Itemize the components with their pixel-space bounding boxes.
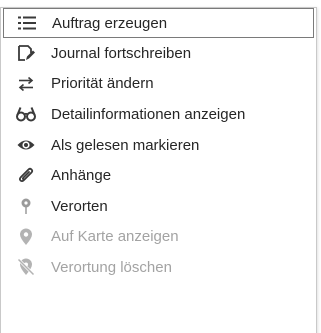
menu-item-label: Verortung löschen (51, 258, 172, 276)
menu-item-auftrag-erzeugen[interactable]: Auftrag erzeugen (3, 8, 314, 38)
menu-item-auf-karte-anzeigen[interactable]: Auf Karte anzeigen (1, 222, 316, 253)
list-icon (16, 14, 38, 32)
context-menu-list: Auftrag erzeugen Journal fortschreiben P… (1, 8, 316, 283)
menu-item-journal-fortschreiben[interactable]: Journal fortschreiben (1, 38, 316, 69)
menu-item-verorten[interactable]: Verorten (1, 191, 316, 222)
context-menu: Auftrag erzeugen Journal fortschreiben P… (0, 7, 317, 333)
menu-item-label: Auf Karte anzeigen (51, 228, 179, 246)
menu-item-label: Detailinformationen anzeigen (51, 105, 246, 123)
swap-arrows-icon (15, 75, 37, 93)
menu-item-label: Verorten (51, 197, 108, 215)
eye-icon (15, 136, 37, 154)
menu-item-label: Auftrag erzeugen (52, 14, 168, 32)
paperclip-icon (15, 167, 37, 185)
menu-item-label: Anhänge (51, 167, 112, 185)
menu-item-label: Als gelesen markieren (51, 136, 200, 154)
menu-item-als-gelesen-markieren[interactable]: Als gelesen markieren (1, 130, 316, 161)
glasses-icon (15, 105, 37, 123)
location-off-icon (15, 258, 37, 277)
page: Auftrag erzeugen Journal fortschreiben P… (0, 0, 321, 333)
journal-edit-icon (15, 44, 37, 62)
map-marker-icon (15, 228, 37, 246)
menu-item-label: Journal fortschreiben (51, 44, 192, 62)
menu-item-prioritaet-aendern[interactable]: Priorität ändern (1, 69, 316, 100)
menu-item-anhaenge[interactable]: Anhänge (1, 160, 316, 191)
menu-item-detailinformationen-anzeigen[interactable]: Detailinformationen anzeigen (1, 99, 316, 130)
menu-item-verortung-loeschen[interactable]: Verortung löschen (1, 252, 316, 283)
menu-item-label: Priorität ändern (51, 75, 154, 93)
location-pin-icon (15, 197, 37, 215)
